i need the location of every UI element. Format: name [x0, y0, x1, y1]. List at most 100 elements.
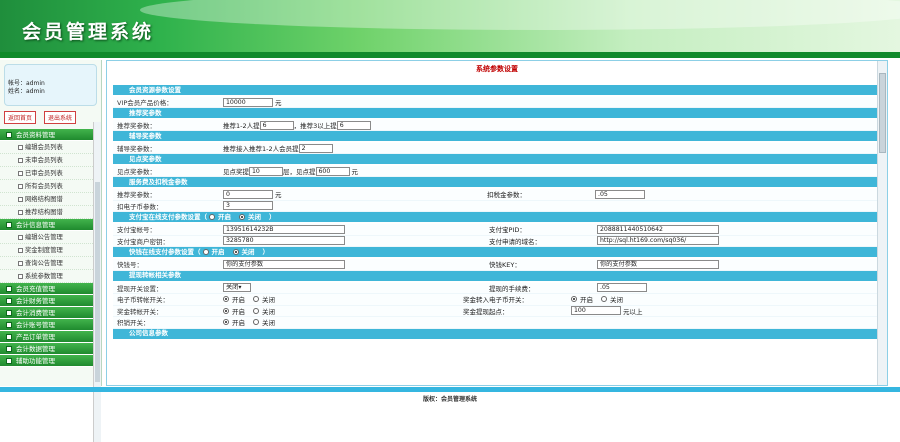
- sidebar-item[interactable]: 已审会员列表: [0, 167, 101, 180]
- section-header: 辅导奖参数: [113, 131, 879, 142]
- home-button[interactable]: 返回首页: [4, 111, 37, 124]
- bonus-switch-open-radio[interactable]: [223, 307, 229, 314]
- section-header-alipay: 支付宝在线支付参数设置（ 开启 关闭 ）: [113, 212, 879, 223]
- sidebar-group[interactable]: 会计财务管理: [0, 295, 101, 307]
- service-input[interactable]: 0: [223, 189, 273, 199]
- withdraw-select[interactable]: 关闭▾: [223, 283, 251, 293]
- item-checkbox-icon: [18, 234, 23, 240]
- item-checkbox-icon: [18, 196, 23, 202]
- kuaiqian-close-radio[interactable]: [232, 249, 239, 255]
- sidebar-group[interactable]: 辅助功能管理: [0, 355, 101, 367]
- field-label: 见点奖参数：: [117, 168, 156, 176]
- sidebar-item[interactable]: 编辑公告管理: [0, 231, 101, 244]
- field-label: 提现开关设置：: [117, 284, 163, 293]
- section-header-kuaiqian: 快钱在线支付参数设置（ 开启 关闭 ）: [113, 247, 879, 258]
- sidebar-group[interactable]: 会计数据管理: [0, 343, 101, 355]
- sidebar-group[interactable]: 产品订单管理: [0, 331, 101, 343]
- recommend-b-input[interactable]: 6: [336, 120, 371, 130]
- field-label: 奖金提现起点：: [463, 307, 509, 316]
- item-checkbox-icon: [18, 273, 23, 279]
- group-square-icon: [6, 333, 12, 340]
- sidebar-item[interactable]: 推荐结构图谱: [0, 206, 101, 219]
- group-square-icon: [6, 321, 12, 328]
- field-label: 电子币转帐开关：: [117, 296, 169, 305]
- tax-input[interactable]: .05: [595, 189, 645, 199]
- field-label: 扣电子币参数：: [117, 202, 163, 211]
- kuaiqian-account-input[interactable]: 你的支付参数: [223, 259, 345, 269]
- group-square-icon: [6, 131, 12, 138]
- item-checkbox-icon: [18, 209, 23, 215]
- sidebar-group[interactable]: 会员充值管理: [0, 283, 101, 295]
- item-checkbox-icon: [18, 247, 23, 253]
- field-label: 奖金转入电子币开关：: [463, 296, 528, 305]
- recommend-a-input[interactable]: 6: [259, 120, 294, 130]
- page-title: 系统参数设置: [476, 65, 518, 73]
- view-amount-input[interactable]: 600: [315, 166, 350, 176]
- sidebar-item[interactable]: 系统参数管理: [0, 270, 101, 283]
- field-label: VIP会员产品价格：: [117, 99, 173, 107]
- item-checkbox-icon: [18, 170, 23, 176]
- user-name: 姓名：admin: [8, 88, 45, 95]
- user-account: 帐号：admin: [8, 80, 45, 87]
- field-label: 辅导奖参数：: [117, 145, 156, 153]
- field-label: 推荐奖参数：: [117, 122, 156, 130]
- sidebar-item[interactable]: 未审会员列表: [0, 154, 101, 167]
- header-bar: [0, 52, 900, 58]
- alipay-domain-input[interactable]: http://sql.ht169.com/sq036/: [597, 236, 719, 246]
- field-label: 支付宝商户密钥：: [117, 237, 169, 246]
- field-label: 推荐奖参数：: [117, 191, 156, 200]
- sidebar-group[interactable]: 会计信息管理: [0, 219, 101, 231]
- e-switch-close-radio[interactable]: [253, 296, 259, 303]
- alipay-open-radio[interactable]: [209, 214, 215, 220]
- field-label: 快钱号：: [117, 261, 143, 270]
- sidebar-group[interactable]: 会计账号管理: [0, 319, 101, 331]
- alipay-pid-input[interactable]: 2088811440510642: [597, 224, 719, 234]
- gold-switch-open-radio[interactable]: [223, 319, 229, 326]
- e-switch-open-radio[interactable]: [223, 296, 229, 303]
- view-level-input[interactable]: 10: [249, 166, 283, 176]
- item-checkbox-icon: [18, 183, 23, 189]
- vip-price-input[interactable]: 10000: [223, 97, 273, 107]
- field-label: 积销开关：: [117, 319, 150, 328]
- sidebar-item[interactable]: 编辑会员列表: [0, 141, 101, 154]
- group-square-icon: [6, 297, 12, 304]
- section-header: 公司信息参数: [113, 328, 879, 340]
- section-header: 服务费及扣税金参数: [113, 177, 879, 188]
- group-square-icon: [6, 221, 12, 228]
- group-square-icon: [6, 285, 12, 292]
- bonus-to-e-close-radio[interactable]: [601, 296, 607, 303]
- coach-input[interactable]: 2: [298, 143, 333, 153]
- main-panel: 系统参数设置 会员资源参数设置 VIP会员产品价格： 10000 元 推荐奖参数…: [106, 60, 888, 386]
- section-header: 见点奖参数: [113, 154, 879, 165]
- sidebar-item[interactable]: 所有会员列表: [0, 180, 101, 193]
- sidebar-nav: 会员资料管理 编辑会员列表 未审会员列表 已审会员列表 所有会员列表 网络结构图谱 推荐结构…: [0, 129, 101, 367]
- footer-bar: [0, 387, 900, 392]
- alipay-key-input[interactable]: 3285780: [223, 236, 345, 246]
- alipay-account-input[interactable]: 13951614232B: [223, 224, 345, 234]
- bonus-switch-close-radio[interactable]: [253, 307, 259, 314]
- app-title: 会员管理系统: [22, 21, 155, 43]
- withdraw-fee-input[interactable]: .05: [597, 283, 647, 293]
- field-label: 奖金转帐开关：: [117, 307, 163, 316]
- sidebar-item[interactable]: 网络结构图谱: [0, 193, 101, 206]
- logout-button[interactable]: 退出系统: [44, 111, 77, 124]
- main-scrollbar[interactable]: [877, 61, 887, 385]
- field-label: 支付宝PID：: [489, 226, 526, 235]
- sidebar-group[interactable]: 会员资料管理: [0, 129, 101, 141]
- field-label: 扣税金参数：: [487, 191, 526, 200]
- bonus-min-input[interactable]: 100: [571, 306, 621, 316]
- sidebar-item[interactable]: 查询公告管理: [0, 257, 101, 270]
- kuaiqian-open-radio[interactable]: [202, 249, 209, 255]
- sidebar: 帐号：admin 姓名：admin 返回首页 退出系统 会员资料管理 编辑会员列表…: [0, 60, 102, 442]
- sidebar-group[interactable]: 会计消费管理: [0, 307, 101, 319]
- kuaiqian-key-input[interactable]: 你的支付参数: [597, 259, 719, 269]
- gold-switch-close-radio[interactable]: [253, 319, 259, 326]
- sidebar-item[interactable]: 奖金制度管理: [0, 244, 101, 257]
- field-label: 支付申请的域名：: [489, 237, 541, 246]
- bonus-to-e-open-radio[interactable]: [571, 296, 577, 303]
- field-label: 提现的手续费：: [489, 284, 535, 293]
- alipay-close-radio[interactable]: [239, 214, 245, 220]
- deduct-input[interactable]: 3: [223, 201, 273, 211]
- field-label: 支付宝帐号：: [117, 226, 156, 235]
- item-checkbox-icon: [18, 260, 23, 266]
